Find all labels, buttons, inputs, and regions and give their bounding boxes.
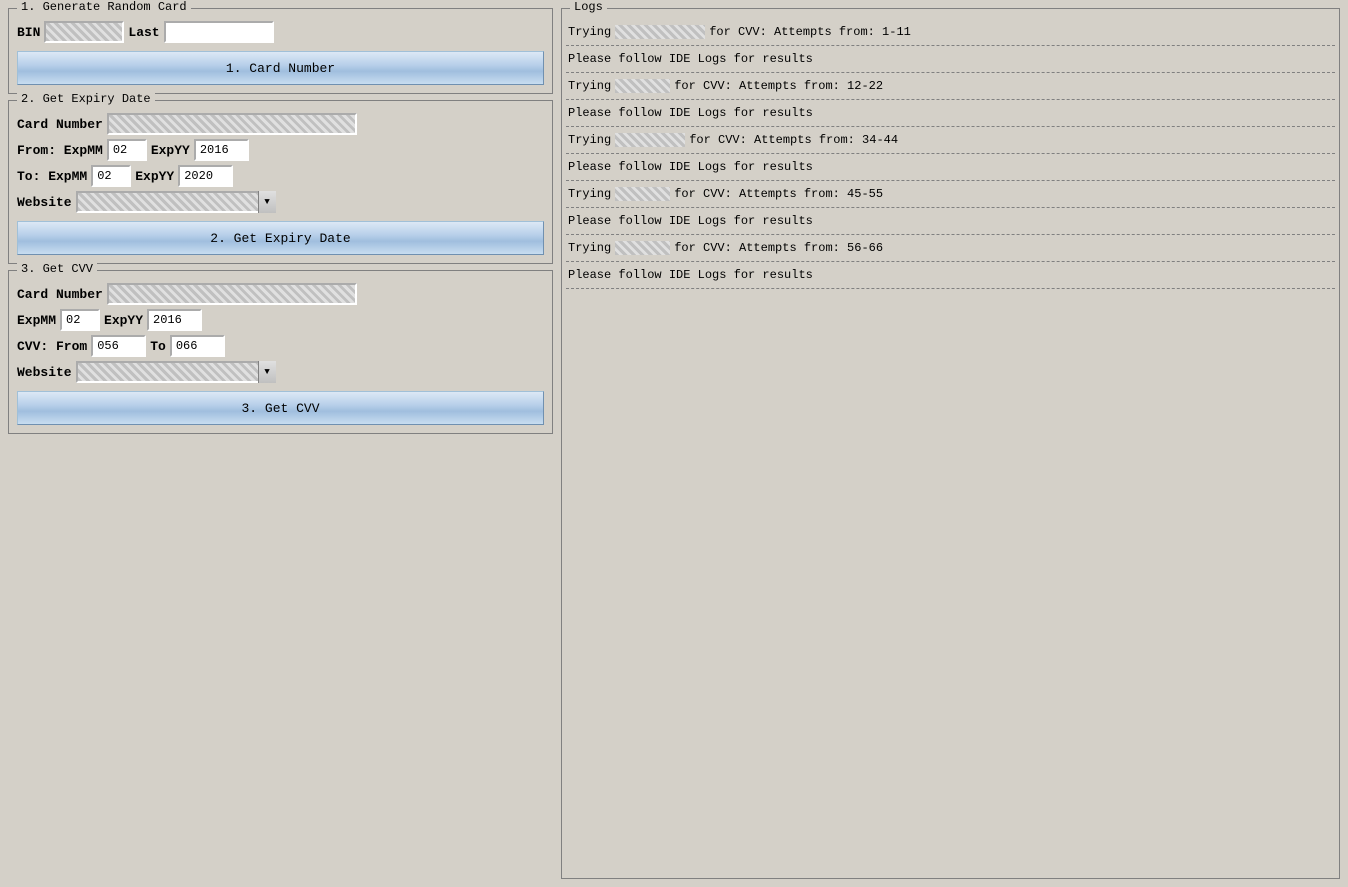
log-info-entry: Please follow IDE Logs for results xyxy=(566,210,1335,232)
log-divider xyxy=(566,126,1335,127)
section3-cvv-from-label: CVV: From xyxy=(17,339,87,354)
log-trying-suffix: for CVV: Attempts from: 1-11 xyxy=(709,25,911,39)
log-trying-text: Trying xyxy=(568,187,611,201)
log-trying-suffix: for CVV: Attempts from: 34-44 xyxy=(689,133,898,147)
log-info-entry: Please follow IDE Logs for results xyxy=(566,48,1335,70)
section2-card-label: Card Number xyxy=(17,117,103,132)
section3-card-row: Card Number xyxy=(17,283,544,305)
last-input[interactable] xyxy=(164,21,274,43)
section3-website-label: Website xyxy=(17,365,72,380)
section2-content: Card Number From: ExpMM ExpYY To: ExpMM … xyxy=(17,113,544,255)
section2-from-expmm-input[interactable] xyxy=(107,139,147,161)
section2-to-expyy-label: ExpYY xyxy=(135,169,174,184)
section2-from-expyy-label: ExpYY xyxy=(151,143,190,158)
log-trying-text: Trying xyxy=(568,133,611,147)
section2-from-expyy-input[interactable] xyxy=(194,139,249,161)
log-masked-value xyxy=(615,79,670,93)
log-divider xyxy=(566,288,1335,289)
section3-expmm-input[interactable] xyxy=(60,309,100,331)
log-masked-value xyxy=(615,25,705,39)
section3-exp-row: ExpMM ExpYY xyxy=(17,309,544,331)
get-expiry-button[interactable]: 2. Get Expiry Date xyxy=(17,221,544,255)
section3-expmm-label: ExpMM xyxy=(17,313,56,328)
section2-card-row: Card Number xyxy=(17,113,544,135)
section2-from-row: From: ExpMM ExpYY xyxy=(17,139,544,161)
bin-label: BIN xyxy=(17,25,40,40)
section2-from-label: From: ExpMM xyxy=(17,143,103,158)
section3-group: 3. Get CVV Card Number ExpMM ExpYY CVV: … xyxy=(8,270,553,434)
section2-to-label: To: ExpMM xyxy=(17,169,87,184)
logs-content[interactable]: Trying for CVV: Attempts from: 1-11 Pleas… xyxy=(562,17,1339,874)
log-trying-entry: Trying for CVV: Attempts from: 45-55 xyxy=(566,183,1335,205)
log-trying-text: Trying xyxy=(568,241,611,255)
section3-expyy-input[interactable] xyxy=(147,309,202,331)
logs-container: Logs Trying for CVV: Attempts from: 1-11… xyxy=(561,8,1340,879)
section2-website-label: Website xyxy=(17,195,72,210)
left-panel: 1. Generate Random Card BIN Last 1. Card… xyxy=(8,8,553,879)
log-divider xyxy=(566,261,1335,262)
log-divider xyxy=(566,234,1335,235)
section1-legend: 1. Generate Random Card xyxy=(17,0,191,14)
last-label: Last xyxy=(128,25,159,40)
section2-to-expyy-input[interactable] xyxy=(178,165,233,187)
log-divider xyxy=(566,207,1335,208)
section1-group: 1. Generate Random Card BIN Last 1. Card… xyxy=(8,8,553,94)
section2-website-wrapper: ▼ xyxy=(76,191,276,213)
section3-expyy-label: ExpYY xyxy=(104,313,143,328)
log-info-entry: Please follow IDE Logs for results xyxy=(566,264,1335,286)
section3-website-select[interactable] xyxy=(76,361,276,383)
log-trying-entry: Trying for CVV: Attempts from: 56-66 xyxy=(566,237,1335,259)
section3-website-wrapper: ▼ xyxy=(76,361,276,383)
section2-legend: 2. Get Expiry Date xyxy=(17,92,155,106)
log-trying-suffix: for CVV: Attempts from: 12-22 xyxy=(674,79,883,93)
logs-legend: Logs xyxy=(570,0,607,14)
section3-legend: 3. Get CVV xyxy=(17,262,97,276)
log-divider xyxy=(566,153,1335,154)
log-divider xyxy=(566,99,1335,100)
log-trying-text: Trying xyxy=(568,79,611,93)
section3-website-row: Website ▼ xyxy=(17,361,544,383)
main-container: 1. Generate Random Card BIN Last 1. Card… xyxy=(0,0,1348,887)
log-info-entry: Please follow IDE Logs for results xyxy=(566,156,1335,178)
section3-cvv-to-input[interactable] xyxy=(170,335,225,357)
log-info-entry: Please follow IDE Logs for results xyxy=(566,102,1335,124)
section2-to-expmm-input[interactable] xyxy=(91,165,131,187)
log-masked-value xyxy=(615,241,670,255)
section3-cvv-to-label: To xyxy=(150,339,166,354)
log-trying-suffix: for CVV: Attempts from: 45-55 xyxy=(674,187,883,201)
log-divider xyxy=(566,180,1335,181)
section3-card-input[interactable] xyxy=(107,283,357,305)
log-trying-entry: Trying for CVV: Attempts from: 1-11 xyxy=(566,21,1335,43)
section3-card-label: Card Number xyxy=(17,287,103,302)
log-trying-entry: Trying for CVV: Attempts from: 34-44 xyxy=(566,129,1335,151)
log-divider xyxy=(566,45,1335,46)
section3-cvv-from-input[interactable] xyxy=(91,335,146,357)
log-divider xyxy=(566,72,1335,73)
section1-content: BIN Last 1. Card Number xyxy=(17,21,544,85)
log-trying-text: Trying xyxy=(568,25,611,39)
section2-website-select[interactable] xyxy=(76,191,276,213)
log-trying-entry: Trying for CVV: Attempts from: 12-22 xyxy=(566,75,1335,97)
section2-group: 2. Get Expiry Date Card Number From: Exp… xyxy=(8,100,553,264)
section1-bin-row: BIN Last xyxy=(17,21,544,43)
section2-website-row: Website ▼ xyxy=(17,191,544,213)
get-cvv-button[interactable]: 3. Get CVV xyxy=(17,391,544,425)
log-trying-suffix: for CVV: Attempts from: 56-66 xyxy=(674,241,883,255)
section3-content: Card Number ExpMM ExpYY CVV: From To W xyxy=(17,283,544,425)
section2-to-row: To: ExpMM ExpYY xyxy=(17,165,544,187)
log-masked-value xyxy=(615,133,685,147)
bin-input[interactable] xyxy=(44,21,124,43)
section3-cvv-row: CVV: From To xyxy=(17,335,544,357)
log-masked-value xyxy=(615,187,670,201)
generate-card-button[interactable]: 1. Card Number xyxy=(17,51,544,85)
section2-card-input[interactable] xyxy=(107,113,357,135)
